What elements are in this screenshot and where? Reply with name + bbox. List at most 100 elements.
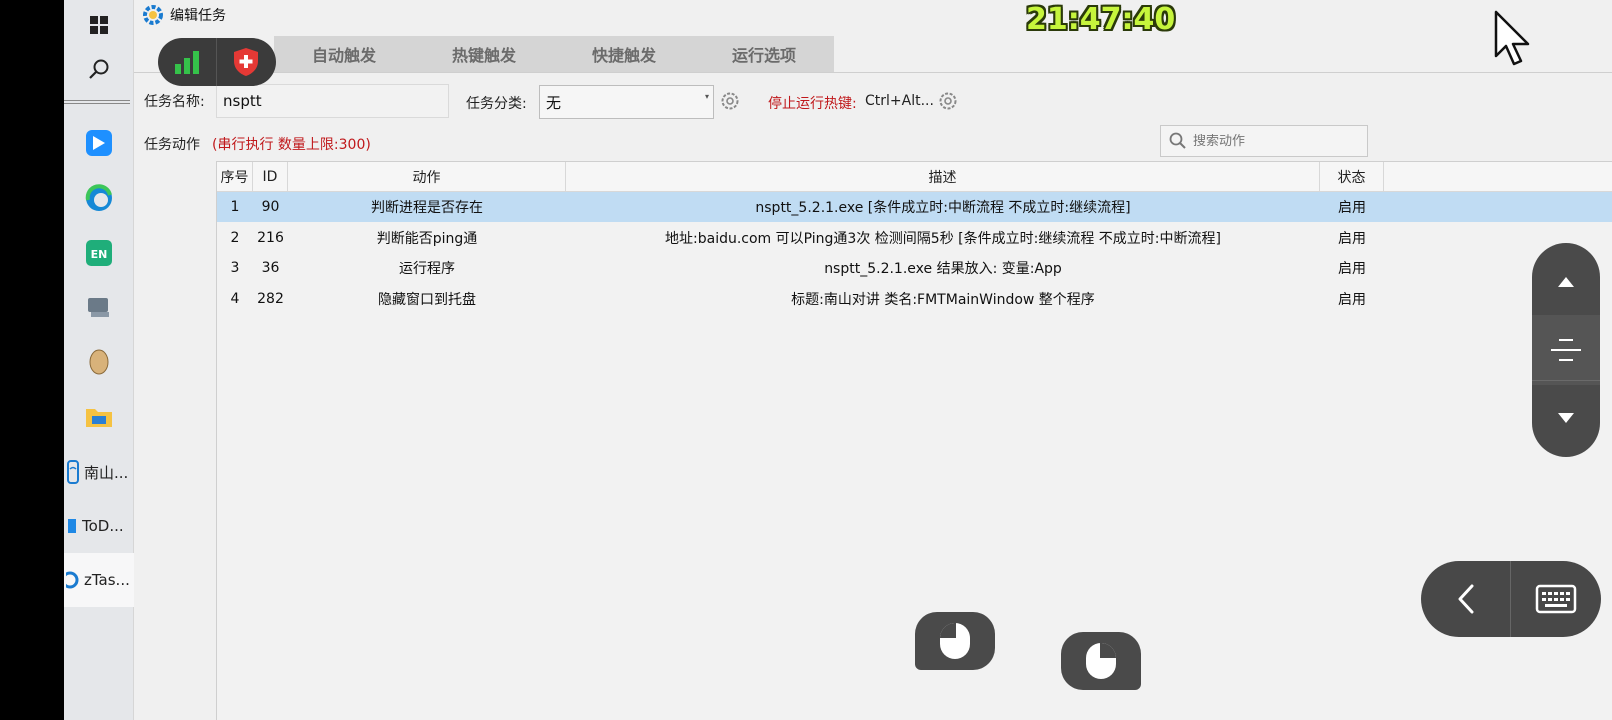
cell-index: 1 [230, 199, 240, 215]
taskbar-app-nanshan[interactable]: 南山... [64, 445, 134, 499]
table-header: 序号 ID 动作 描述 状态 [217, 162, 1612, 192]
taskbar-app-edge[interactable] [64, 173, 134, 223]
search-icon [1169, 132, 1186, 149]
en-dictionary-icon: EN [86, 240, 112, 266]
title-bar: 编辑任务 [134, 0, 1612, 30]
mouse-left-icon [940, 623, 970, 659]
shield-plus-icon [234, 48, 258, 76]
taskbar-app-remote[interactable] [64, 282, 134, 332]
table-row[interactable]: 2 216 判断能否ping通 地址:baidu.com 可以Ping通3次 检测间隔… [217, 223, 1612, 253]
back-button[interactable] [1421, 561, 1510, 637]
signal-bars-icon [175, 51, 199, 74]
dropdown-arrow-icon: ▾ [704, 92, 709, 101]
task-category-select[interactable]: 无 ▾ [539, 85, 714, 119]
keyboard-button[interactable] [1511, 561, 1600, 637]
scroll-up-button[interactable] [1532, 247, 1600, 317]
tab-run-options[interactable]: 运行选项 [694, 36, 834, 72]
remote-status-pill [158, 38, 276, 86]
keyboard-icon [1535, 584, 1576, 614]
tab-auto-trigger[interactable]: 自动触发 [274, 36, 414, 72]
hotkey-settings-button[interactable] [937, 90, 959, 116]
taskbar-app-label: zTas... [84, 571, 130, 589]
triangle-up-icon [1558, 277, 1574, 287]
tab-label: 自动触发 [311, 46, 376, 65]
tab-quick-trigger[interactable]: 快捷触发 [554, 36, 694, 72]
menu-lines-icon [1551, 339, 1581, 361]
gear-icon [939, 92, 957, 110]
taskbar-app-explorer[interactable] [64, 392, 134, 442]
taskbar-app-egg[interactable] [64, 337, 134, 387]
egg-icon [89, 349, 109, 375]
cell-index: 2 [230, 229, 240, 246]
taskbar-divider [64, 100, 130, 104]
taskbar-app-en[interactable]: EN [64, 228, 134, 278]
task-category-value: 无 [546, 93, 562, 112]
actions-table: 序号 ID 动作 描述 状态 1 90 判断进程是否存在 nsptt_5.2.1.ex… [216, 161, 1612, 720]
taskbar-app-ztasker[interactable]: zTas... [64, 553, 134, 607]
scroll-down-button[interactable] [1532, 383, 1600, 453]
cell-id: 282 [257, 290, 284, 307]
tab-label: 热键触发 [451, 46, 516, 65]
tab-label: 运行选项 [731, 46, 796, 65]
search-actions-input[interactable] [1193, 133, 1363, 149]
taskbar-app-todesk[interactable]: ToD... [64, 499, 134, 553]
mouse-right-icon [1086, 643, 1116, 679]
column-header-status[interactable]: 状态 [1320, 162, 1384, 192]
cell-id: 216 [257, 229, 284, 246]
cell-status: 启用 [1338, 261, 1366, 277]
task-actions-label: 任务动作 [144, 137, 200, 153]
cell-action: 判断进程是否存在 [371, 200, 483, 216]
left-mouse-button[interactable] [915, 612, 995, 670]
cell-index: 3 [230, 260, 240, 276]
stop-hotkey-label: 停止运行热键: [768, 96, 857, 112]
app-gear-icon [143, 5, 163, 25]
chevron-left-icon [1458, 584, 1473, 614]
remote-desktop-icon [88, 298, 109, 317]
taskbar: EN 南山... ToD... zTas... [64, 0, 134, 720]
table-row[interactable]: 4 282 隐藏窗口到托盘 标题:南山对讲 类名:FMTMainWindow 整个程序… [217, 284, 1612, 314]
folder-icon [86, 409, 112, 427]
scroll-menu-button[interactable] [1532, 315, 1600, 385]
task-name-value: nsptt [223, 92, 262, 110]
cell-status: 启用 [1338, 291, 1366, 308]
cell-status: 启用 [1338, 230, 1366, 247]
cell-action: 判断能否ping通 [376, 230, 478, 247]
column-header-id[interactable]: ID [253, 162, 288, 192]
task-name-input[interactable]: nsptt [216, 84, 449, 118]
cell-action: 运行程序 [399, 261, 455, 277]
table-row[interactable]: 3 36 运行程序 nsptt_5.2.1.exe 结果放入: 变量:App 启用 [217, 253, 1612, 283]
task-category-label: 任务分类: [466, 96, 527, 112]
category-settings-button[interactable] [719, 90, 741, 116]
start-button[interactable] [64, 0, 134, 50]
column-header-description[interactable]: 描述 [566, 162, 1320, 192]
table-row[interactable]: 1 90 判断进程是否存在 nsptt_5.2.1.exe [条件成立时:中断流程 不… [217, 192, 1612, 222]
taskbar-app-label: 南山... [84, 463, 129, 482]
cell-action: 隐藏窗口到托盘 [378, 291, 476, 308]
right-mouse-button[interactable] [1061, 632, 1141, 690]
column-header-action[interactable]: 动作 [288, 162, 566, 192]
security-button[interactable] [217, 38, 275, 86]
feishu-icon [86, 130, 112, 156]
stop-hotkey-value: Ctrl+Alt... [865, 93, 934, 109]
tab-label: 快捷触发 [591, 46, 656, 65]
search-taskbar-button[interactable] [64, 44, 134, 94]
search-icon [89, 59, 109, 79]
search-actions-box[interactable] [1160, 125, 1368, 157]
cell-id: 90 [261, 199, 280, 215]
column-header-index[interactable]: 序号 [217, 162, 253, 192]
triangle-down-icon [1558, 413, 1574, 423]
cell-description: 地址:baidu.com 可以Ping通3次 检测间隔5秒 [条件成立时:继续流… [665, 230, 1221, 247]
windows-icon [90, 16, 108, 34]
todesk-icon [68, 519, 76, 533]
gear-icon [721, 92, 739, 110]
edge-icon [85, 184, 112, 211]
tab-hotkey-trigger[interactable]: 热键触发 [414, 36, 554, 72]
window-title: 编辑任务 [170, 8, 226, 24]
taskbar-app-feishu[interactable] [64, 118, 134, 168]
task-actions-note: (串行执行 数量上限:300) [212, 137, 371, 153]
signal-button[interactable] [158, 38, 216, 86]
scroll-control [1532, 243, 1600, 457]
clock-overlay: 21:47:40 [1026, 2, 1176, 37]
walkie-talkie-icon [67, 460, 79, 484]
tab-divider [134, 72, 1612, 73]
